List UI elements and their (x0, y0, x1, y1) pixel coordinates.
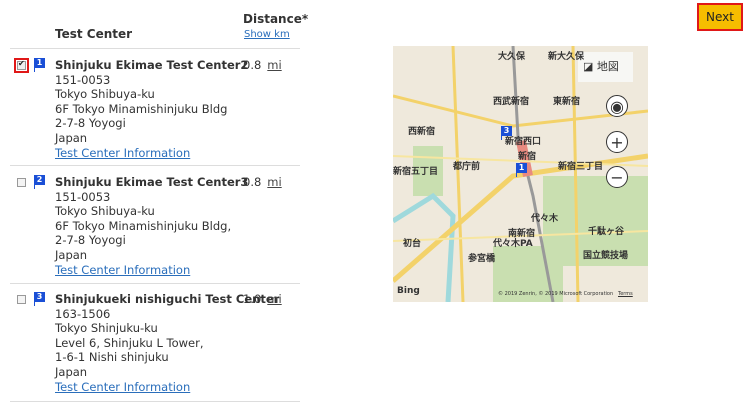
column-header-test-center: Test Center (55, 27, 133, 41)
map-label: 新宿 (518, 152, 537, 162)
test-center-name: Shinjuku Ekimae Test Center2 (55, 58, 249, 72)
result-row: 1 Shinjuku Ekimae Test Center2151-0053To… (0, 58, 300, 173)
map-label: 東新宿 (553, 97, 581, 107)
map-label: 代々木 (531, 214, 559, 224)
column-header-distance: Distance* (243, 12, 309, 26)
locate-me-button[interactable]: ◉ (606, 95, 628, 117)
address-line: Japan (55, 364, 88, 379)
map-label: 千駄ヶ谷 (588, 227, 625, 237)
divider (10, 283, 300, 284)
map-copyright: © 2019 Zenrin, © 2019 Microsoft Corporat… (498, 291, 614, 297)
address-line: 6F Tokyo Minamishinjuku Bldg (55, 101, 228, 116)
address-line: Tokyo Shibuya-ku (55, 204, 155, 219)
address-line: 151-0053 (55, 189, 111, 204)
test-center-info-link[interactable]: Test Center Information (55, 380, 279, 395)
map-pin-icon: 2 (34, 175, 45, 189)
distance-value: 0.8 (243, 175, 262, 189)
address-line: 151-0053 (55, 72, 111, 87)
test-center-name: Shinjuku Ekimae Test Center3 (55, 175, 249, 189)
target-icon: ◉ (610, 96, 624, 116)
divider (10, 401, 300, 402)
map-pin-3[interactable]: 3 (501, 126, 512, 140)
map-pin-icon: 1 (34, 58, 45, 72)
result-row: 3 Shinjukueki nishiguchi Test Center 163-… (0, 292, 300, 407)
address-line: Japan (55, 130, 88, 145)
distance-unit: mi (267, 292, 282, 306)
map-type-button[interactable]: ◪ 地図 (583, 58, 619, 74)
map-pin-1[interactable]: 1 (516, 163, 527, 177)
map-label: 初台 (403, 239, 422, 249)
divider (10, 48, 300, 49)
bing-logo: Bing (397, 286, 420, 296)
test-center-info-link[interactable]: Test Center Information (55, 146, 248, 161)
map-label: 国立競技場 (583, 251, 629, 261)
map-label: 参宮橋 (468, 254, 496, 264)
address-line: 2-7-8 Yoyogi (55, 233, 126, 248)
distance-value: 0.8 (243, 58, 262, 72)
map-label: 西新宿 (408, 127, 436, 137)
address-line: 2-7-8 Yoyogi (55, 116, 126, 131)
plus-icon: + (610, 132, 624, 152)
map-label: 西武新宿 (493, 97, 530, 107)
address-line: Tokyo Shibuya-ku (55, 87, 155, 102)
minus-icon: − (610, 167, 624, 187)
zoom-in-button[interactable]: + (606, 131, 628, 153)
address-line: Tokyo Shinjuku-ku (55, 321, 158, 336)
map-label: 大久保 (498, 52, 526, 62)
distance-value: 1.0 (243, 292, 262, 306)
map-label: 都庁前 (453, 162, 481, 172)
map-label: 代々木PA (493, 239, 533, 249)
test-center-info-link[interactable]: Test Center Information (55, 263, 248, 278)
map[interactable]: ◪ 地図 大久保 新大久保 西武新宿 東新宿 西新宿 新宿西口 新宿 都庁前 新宿三丁目 新宿五丁… (393, 46, 648, 302)
zoom-out-button[interactable]: − (606, 166, 628, 188)
terms-link[interactable]: Terms (618, 291, 633, 297)
show-km-link[interactable]: Show km (244, 29, 290, 40)
map-pin-icon: 3 (34, 292, 45, 306)
select-checkbox[interactable] (17, 178, 26, 187)
address-line: Japan (55, 247, 88, 262)
address-line: 6F Tokyo Minamishinjuku Bldg, (55, 218, 232, 233)
address-line: 163-1506 (55, 306, 111, 321)
map-label: 新宿五丁目 (393, 167, 439, 177)
address-line: 1-6-1 Nishi shinjuku (55, 350, 169, 365)
address-line: Level 6, Shinjuku L Tower, (55, 335, 204, 350)
next-button[interactable]: Next (697, 3, 743, 31)
distance-unit: mi (267, 58, 282, 72)
map-label: 新宿三丁目 (558, 162, 604, 172)
select-checkbox[interactable] (17, 295, 26, 304)
map-label: 新大久保 (548, 52, 585, 62)
divider (10, 165, 300, 166)
select-checkbox[interactable] (14, 58, 29, 73)
distance-unit: mi (267, 175, 282, 189)
result-row: 2 Shinjuku Ekimae Test Center3 151-0053 To… (0, 175, 300, 290)
map-type-icon: ◪ (583, 60, 597, 73)
